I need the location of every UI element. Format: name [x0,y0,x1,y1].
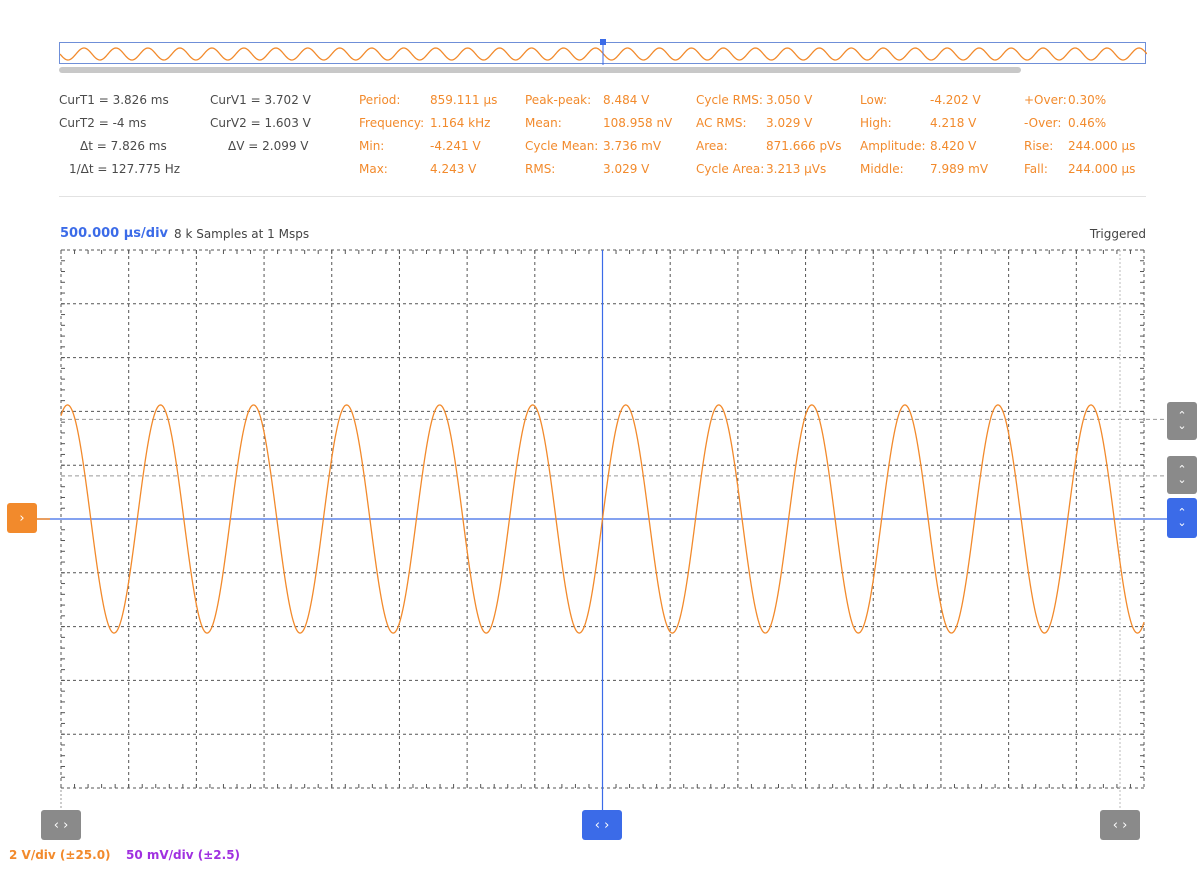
left-right-arrows-icon: ‹ › [53,817,69,833]
channel2-scale[interactable]: 50 mV/div (±2.5) [126,848,240,862]
chevron-down-icon: ⌄ [1177,473,1187,486]
left-right-arrows-icon: ‹ › [594,817,610,833]
trigger-position-handle[interactable]: ‹ › [582,810,622,840]
cursor-v1-handle[interactable]: ⌃ ⌄ [1167,402,1197,440]
cursor-t1-handle[interactable]: ‹ › [1100,810,1140,840]
chevron-down-icon: ⌄ [1177,419,1187,432]
channel1-scale[interactable]: 2 V/div (±25.0) [9,848,111,862]
channel1-offset-marker[interactable]: › [7,503,37,533]
cursor-t2-handle[interactable]: ‹ › [41,810,81,840]
trigger-level-handle[interactable]: ⌃ ⌄ [1167,498,1197,538]
chevron-right-icon: › [19,510,25,526]
cursor-v2-handle[interactable]: ⌃ ⌄ [1167,456,1197,494]
scope-plot[interactable] [0,0,1204,869]
left-right-arrows-icon: ‹ › [1112,817,1128,833]
chevron-down-icon: ⌄ [1177,516,1187,529]
